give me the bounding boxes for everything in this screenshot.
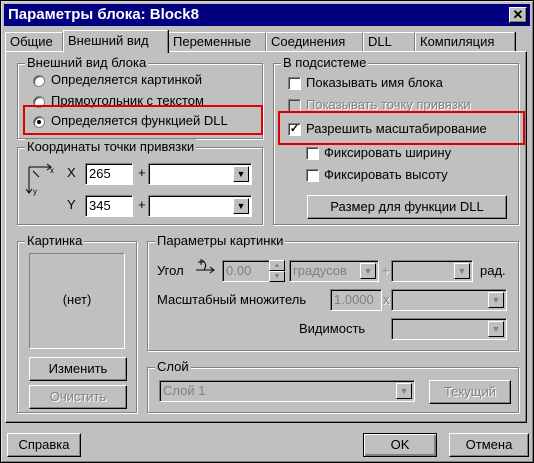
y-plus-label: + — [138, 197, 146, 212]
angle-offset-combo: ▼ — [391, 260, 473, 282]
show-name-label[interactable]: Показывать имя блока — [306, 75, 443, 91]
axis-x-letter: x — [50, 166, 54, 175]
axis-y-letter: y — [33, 187, 37, 196]
chevron-down-icon: ▼ — [360, 263, 376, 279]
fix-height-label[interactable]: Фиксировать высоту — [324, 167, 448, 183]
y-input[interactable]: 345 — [85, 195, 133, 217]
x-label: X — [67, 165, 76, 180]
subsystem-group-label: В подсистеме — [281, 55, 369, 71]
radio-by-picture[interactable] — [33, 75, 45, 87]
spin-down-icon: ▼ — [269, 271, 285, 282]
x-input[interactable]: 265 — [85, 163, 133, 185]
allow-scale-checkbox[interactable]: ✓ — [288, 123, 301, 136]
radio-by-picture-label[interactable]: Определяется картинкой — [51, 72, 202, 88]
scale-label: Масштабный множитель — [157, 292, 307, 307]
help-button[interactable]: Справка — [7, 433, 81, 457]
scale-times-label: x — [383, 292, 390, 307]
angle-input: 0.00 — [222, 260, 270, 282]
angle-plus-label: + — [382, 263, 390, 278]
picture-placeholder: (нет) — [62, 292, 92, 307]
tab-general[interactable]: Общие — [5, 32, 63, 52]
scale-offset-combo: ▼ — [391, 289, 507, 311]
rad-label: рад. — [480, 263, 506, 278]
x-plus-label: + — [138, 165, 146, 180]
angle-unit-combo: градусов ▼ — [289, 260, 379, 282]
check-icon: ✓ — [289, 123, 300, 135]
x-offset-combo[interactable]: ▼ — [148, 163, 252, 185]
tab-bar: Общие Внешний вид Переменные Соединения … — [5, 30, 531, 53]
tab-variables[interactable]: Переменные — [168, 32, 266, 52]
chevron-down-icon: ▼ — [488, 321, 504, 337]
allow-scale-label[interactable]: Разрешить масштабирование — [306, 121, 487, 137]
tab-connections[interactable]: Соединения — [266, 32, 363, 52]
chevron-down-icon[interactable]: ▼ — [233, 166, 249, 182]
fix-width-label[interactable]: Фиксировать ширину — [324, 145, 451, 161]
block-parameters-dialog: Параметры блока: Block8 ✕ Общие Внешний … — [0, 0, 534, 463]
tab-dll[interactable]: DLL — [363, 32, 415, 52]
tab-appearance[interactable]: Внешний вид — [63, 30, 168, 53]
ok-button[interactable]: OK — [363, 433, 437, 457]
clear-picture-button: Очистить — [29, 385, 127, 409]
change-picture-button[interactable]: Изменить — [29, 357, 127, 381]
title-bar: Параметры блока: Block8 ✕ — [4, 4, 530, 26]
window-title: Параметры блока: Block8 — [8, 6, 199, 23]
chevron-down-icon: ▼ — [488, 292, 504, 308]
scale-input: 1.0000 — [330, 289, 382, 311]
y-offset-combo[interactable]: ▼ — [148, 195, 252, 217]
fix-width-checkbox[interactable] — [306, 147, 319, 160]
chevron-down-icon[interactable]: ▼ — [233, 198, 249, 214]
appearance-group-label: Внешний вид блока — [25, 55, 149, 71]
layer-combo: Слой 1 ▼ — [159, 380, 415, 402]
chevron-down-icon: ▼ — [396, 383, 412, 399]
tab-compilation[interactable]: Компиляция — [415, 32, 515, 52]
angle-label: Угол — [157, 263, 184, 278]
visibility-combo: ▼ — [391, 318, 507, 340]
show-name-checkbox[interactable] — [288, 77, 301, 90]
dll-size-button[interactable]: Размер для функции DLL — [307, 195, 507, 219]
rotation-icon — [196, 259, 215, 274]
chevron-down-icon: ▼ — [454, 263, 470, 279]
fix-height-checkbox[interactable] — [306, 169, 319, 182]
close-button[interactable]: ✕ — [509, 7, 527, 23]
close-icon: ✕ — [512, 7, 524, 22]
spin-up-icon: ▲ — [269, 260, 285, 271]
highlight-dll-option — [23, 105, 263, 135]
current-layer-button: Текущий — [429, 380, 511, 404]
cancel-button[interactable]: Отмена — [449, 433, 529, 457]
angle-spinner: ▲ ▼ — [269, 260, 285, 282]
picture-preview: (нет) — [29, 253, 125, 349]
anchor-group-label: Координаты точки привязки — [25, 139, 197, 155]
picture-params-group-label: Параметры картинки — [155, 233, 286, 249]
layer-group-label: Слой — [155, 359, 191, 375]
y-label: Y — [67, 197, 76, 212]
visibility-label: Видимость — [299, 321, 366, 336]
picture-group-label: Картинка — [25, 233, 85, 249]
